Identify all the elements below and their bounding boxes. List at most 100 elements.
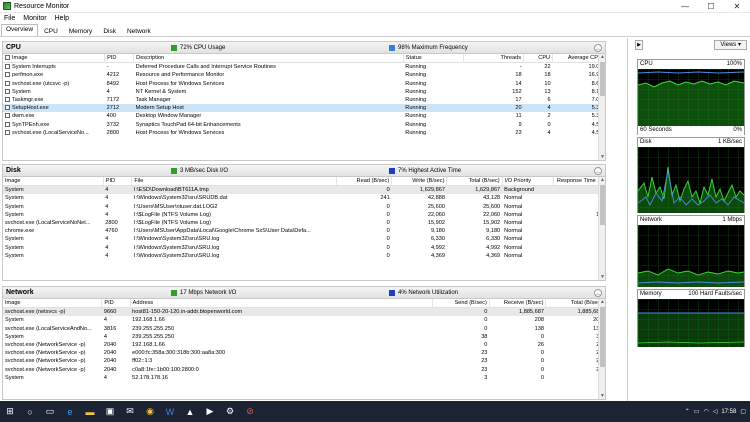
row-checkbox[interactable] — [5, 97, 10, 103]
tab-memory[interactable]: Memory — [64, 26, 97, 36]
chrome-icon[interactable]: ◉ — [140, 401, 160, 422]
wifi-icon[interactable]: ◠ — [703, 408, 708, 415]
table-row[interactable]: svchost.exe (LocalServiceNoNet... 2800 I:\… — [3, 219, 605, 227]
table-row[interactable]: System 4 NT Kernel & System Running 152 138.1… — [3, 88, 605, 96]
column-header[interactable]: Send (B/sec) — [432, 299, 490, 308]
column-header[interactable]: Average CPU — [552, 54, 605, 63]
tray-chevron-icon[interactable]: ⌃ — [685, 408, 690, 415]
table-row[interactable]: System452.178.178.16303 — [3, 374, 605, 382]
column-header[interactable]: Image — [3, 177, 104, 186]
row-checkbox[interactable] — [5, 113, 10, 119]
select-all-checkbox[interactable] — [5, 55, 10, 61]
column-header[interactable]: Total (B/sec) — [545, 299, 605, 308]
table-row[interactable]: perfmon.exe 4212 Resource and Performance … — [3, 71, 605, 79]
table-row[interactable]: chrome.exe 4760 I:\Users\MSUser\AppData\Lo… — [3, 227, 605, 235]
edge-browser-icon[interactable]: e — [60, 401, 80, 422]
notifications-icon[interactable]: ▢ — [740, 408, 746, 415]
media-icon[interactable]: ▶ — [200, 401, 220, 422]
column-header[interactable]: Status — [403, 54, 464, 63]
row-checkbox[interactable] — [5, 129, 10, 135]
column-header[interactable]: PID — [101, 299, 131, 308]
table-row[interactable]: System 4 192.168.1.66 0 208208 — [3, 316, 605, 324]
column-header[interactable]: File — [131, 177, 337, 186]
column-header[interactable]: CPU — [523, 54, 554, 63]
tab-cpu[interactable]: CPU — [39, 26, 63, 36]
maximize-button[interactable]: ☐ — [698, 0, 724, 13]
file-explorer-icon[interactable]: ▬ — [80, 401, 100, 422]
column-header[interactable]: Response Time ... — [553, 177, 606, 186]
task-view-icon[interactable]: ▭ — [40, 401, 60, 422]
menu-file[interactable]: File — [4, 15, 15, 22]
row-checkbox[interactable] — [5, 88, 10, 94]
row-checkbox[interactable] — [5, 72, 10, 78]
column-header[interactable]: PID — [104, 54, 135, 63]
column-header[interactable]: Read (B/sec) — [336, 177, 393, 186]
photos-icon[interactable]: ▲ — [180, 401, 200, 422]
mail-icon[interactable]: ✉ — [120, 401, 140, 422]
cpu-scrollbar[interactable]: ▲ ▼ — [598, 54, 605, 160]
row-checkbox[interactable] — [5, 105, 10, 111]
search-icon[interactable]: ○ — [20, 401, 40, 422]
table-row[interactable]: System4239.255.255.25038038 — [3, 333, 605, 341]
clock[interactable]: 17:58 — [721, 409, 736, 415]
disk-section-header[interactable]: Disk 3 MB/sec Disk I/O 7% Highest Active… — [3, 165, 605, 177]
column-header[interactable]: Write (B/sec) — [391, 177, 448, 186]
table-row[interactable]: System 4 I:\Windows\System32\sru\SRUDB.dat… — [3, 194, 605, 202]
table-row[interactable]: SynTPEnh.exe 3732 Synaptics TouchPad 64-bi… — [3, 121, 605, 129]
column-header[interactable]: I/O Priority — [502, 177, 554, 186]
cpu-section-header[interactable]: CPU 72% CPU Usage 98% Maximum Frequency … — [3, 42, 605, 54]
network-scrollbar[interactable]: ▲ ▼ — [598, 299, 605, 399]
table-row[interactable]: Taskmgr.exe 7172 Task Manager Running 17 67.0… — [3, 96, 605, 104]
table-row[interactable]: svchost.exe (LocalServiceAndNo... 3816 239… — [3, 325, 605, 333]
word-icon[interactable]: W — [160, 401, 180, 422]
table-row[interactable]: dwm.exe 400 Desktop Window Manager Running 1… — [3, 112, 605, 120]
table-row[interactable]: System 4 I:\Windows\System32\sru\SRU.log 0 6… — [3, 235, 605, 243]
tab-disk[interactable]: Disk — [98, 26, 121, 36]
start-button[interactable]: ⊞ — [0, 401, 20, 422]
table-row[interactable]: svchost.exe (NetworkService -p) 2040 e000:… — [3, 349, 605, 357]
column-header[interactable]: Address — [130, 299, 434, 308]
disk-scrollbar[interactable]: ▲ ▼ — [598, 177, 605, 280]
collapse-panel-icon[interactable]: ▶ — [635, 40, 643, 50]
volume-icon[interactable]: ◁ — [713, 408, 718, 415]
resource-monitor-taskbar-icon[interactable]: ⊘ — [240, 401, 260, 422]
table-row[interactable]: svchost.exe (NetworkService -p) 2040 192.1… — [3, 341, 605, 349]
tab-overview[interactable]: Overview — [1, 24, 39, 36]
table-row[interactable]: svchost.exe (NetworkService -p) 2040 ff02:… — [3, 357, 605, 365]
store-icon[interactable]: ▣ — [100, 401, 120, 422]
table-row[interactable]: SetupHost.exe 2712 Modern Setup Host Runnin… — [3, 104, 605, 113]
collapse-icon[interactable]: ︿ — [594, 289, 602, 297]
battery-icon[interactable]: ▭ — [694, 408, 700, 415]
menu-help[interactable]: Help — [55, 15, 69, 22]
table-row[interactable]: System 4 I:\Windows\System32\sru\SRU.log 0 4… — [3, 252, 605, 260]
collapse-icon[interactable]: ︿ — [594, 167, 602, 175]
column-header[interactable]: Receive (B/sec) — [489, 299, 547, 308]
column-header[interactable]: PID — [103, 177, 133, 186]
column-header[interactable]: Image — [3, 54, 106, 63]
column-header[interactable]: Image — [3, 299, 103, 308]
table-row[interactable]: svchost.exe (utcsvc -p) 8492 Host Process … — [3, 80, 605, 88]
table-row[interactable]: System 4 I:\Windows\System32\sru\SRU.log 0 4… — [3, 244, 605, 252]
table-row[interactable]: svchost.exe (netsvcs -p) 9660 host81-150-2… — [3, 307, 605, 317]
table-row[interactable]: System 4 I:\$LogFile (NTFS Volume Log) 0 22,… — [3, 211, 605, 219]
minimize-button[interactable]: — — [672, 0, 698, 13]
column-header[interactable]: Description — [133, 54, 404, 63]
column-header[interactable]: Threads — [463, 54, 525, 63]
table-row[interactable]: System 4 I:\Users\MSUser\ntuser.dat.LOG2 0 2… — [3, 203, 605, 211]
settings-icon[interactable]: ⚙ — [220, 401, 240, 422]
tab-network[interactable]: Network — [122, 26, 156, 36]
row-checkbox[interactable] — [5, 121, 10, 127]
close-button[interactable]: ✕ — [724, 0, 750, 13]
row-checkbox[interactable] — [5, 64, 10, 70]
table-row[interactable]: System 4 I:\ESD\Download\BT611A.tmp 0 1,629,… — [3, 185, 605, 195]
network-utilization-indicator: 4% Network Utilization — [389, 289, 458, 296]
column-header[interactable]: Total (B/sec) — [446, 177, 503, 186]
table-row[interactable]: System Interrupts - Deferred Procedure Cal… — [3, 63, 605, 72]
table-row[interactable]: svchost.exe (LocalServiceNo... 2800 Host P… — [3, 129, 605, 137]
network-section-header[interactable]: Network 17 Mbps Network I/O 4% Network U… — [3, 287, 605, 299]
menu-monitor[interactable]: Monitor — [23, 15, 46, 22]
collapse-icon[interactable]: ︿ — [594, 44, 602, 52]
views-dropdown[interactable]: Views ▾ — [714, 40, 747, 50]
table-row[interactable]: svchost.exe (NetworkService -p) 2040 c0a8:… — [3, 366, 605, 374]
row-checkbox[interactable] — [5, 80, 10, 86]
